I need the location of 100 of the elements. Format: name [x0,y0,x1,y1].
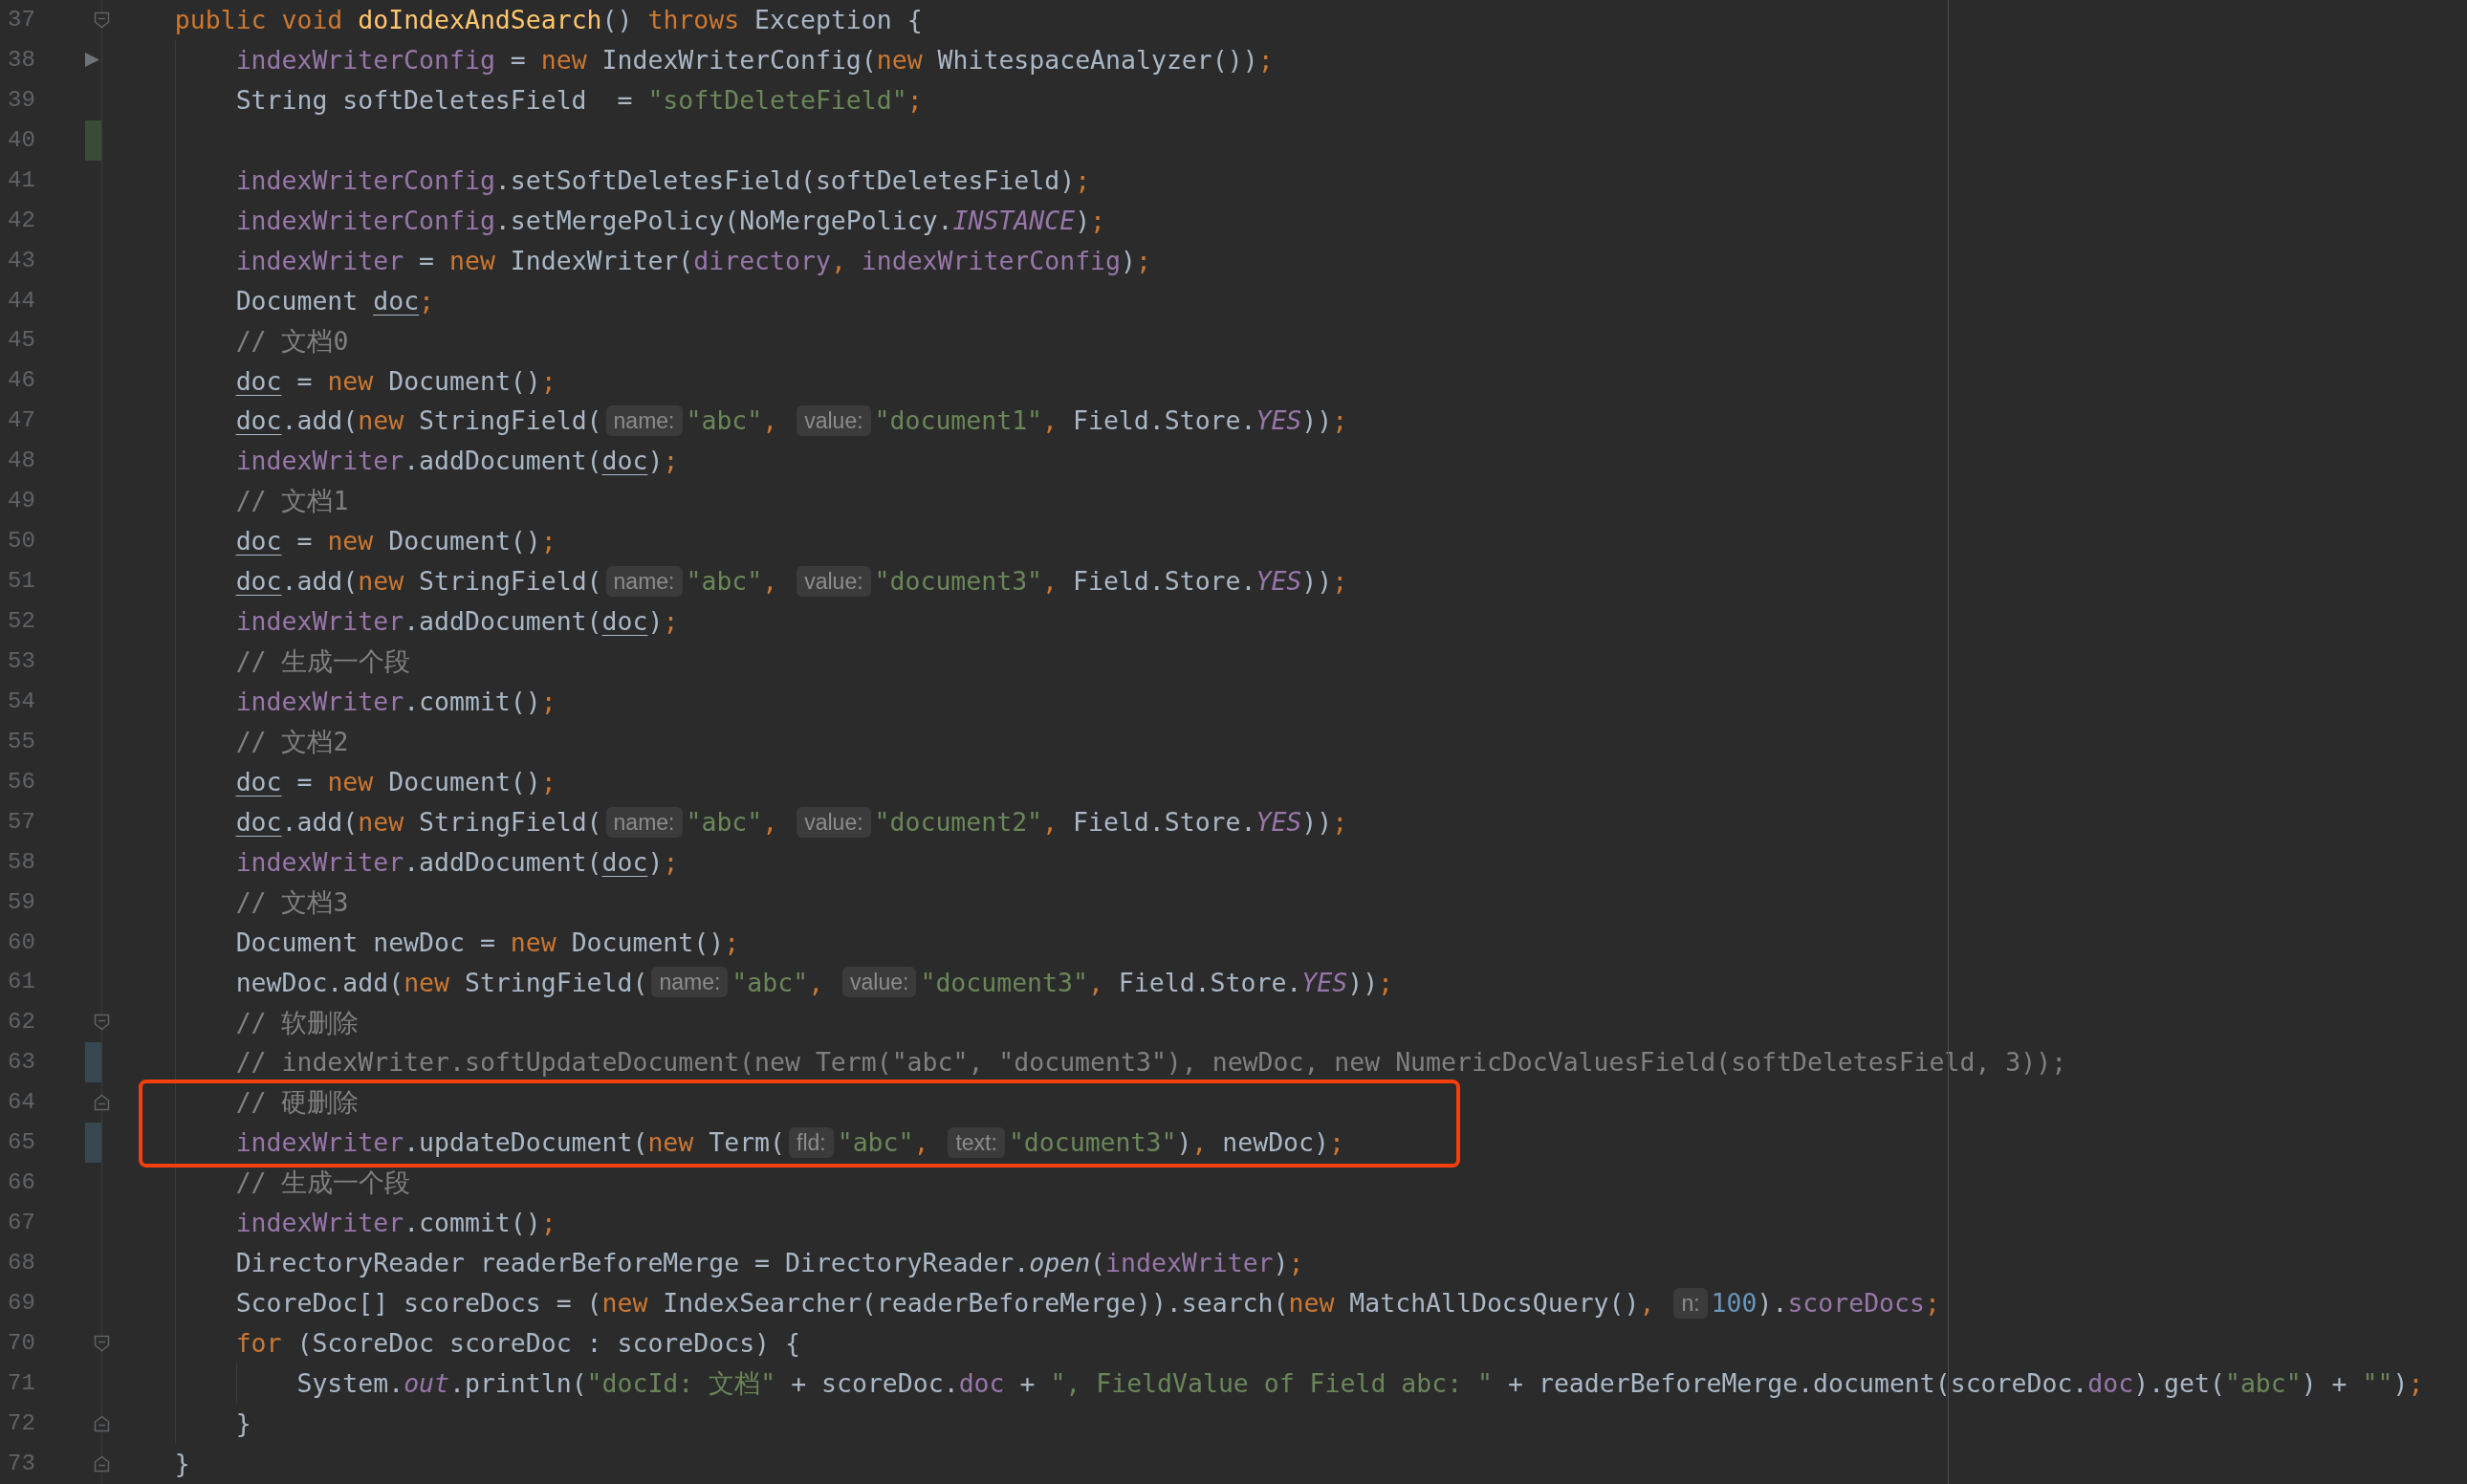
code-text: ).get( [2133,1366,2225,1400]
punctuation: ; [1378,966,1394,999]
code-text: ). [1757,1287,1788,1320]
comment: // 文档0 [235,324,349,358]
fold-icon[interactable] [94,1414,110,1432]
code-text: IndexWriter( [510,244,694,277]
string-literal: "abc" [686,805,763,839]
code-text: )) [1301,404,1333,438]
parameter-hint: value: [797,405,871,437]
line-number: 64 [8,1089,35,1116]
static-field: YES [1255,562,1302,600]
code-text: newDoc.add( [235,966,404,999]
field-name: indexWriterConfig [235,44,495,77]
punctuation: , [830,244,847,277]
method-name: doIndexAndSearch [358,4,602,37]
code-text: StringField( [464,966,648,999]
fold-icon[interactable] [94,1094,110,1112]
fold-icon[interactable] [94,11,110,29]
variable-name: doc [373,284,420,317]
parameter-hint: value: [797,566,871,598]
modified-change-marker[interactable] [85,1042,101,1083]
code-text: Document() [388,364,541,398]
code-text: = [295,765,314,798]
code-text: String softDeletesField = [235,83,634,117]
punctuation: ; [1332,565,1348,599]
code-text: = [418,244,436,277]
added-change-marker[interactable] [85,120,101,161]
line-number: 73 [8,1450,35,1476]
run-icon[interactable] [84,51,100,68]
string-literal: "" [2362,1366,2393,1400]
code-text: ) [1075,204,1091,237]
code-text: } [235,1407,251,1440]
punctuation: ; [724,926,740,959]
field-name: indexWriter [235,845,404,879]
variable-name: doc [235,565,282,599]
line-number: 42 [8,207,35,233]
punctuation: , [1639,1287,1656,1320]
code-text: )) [1301,805,1333,839]
parameter-hint: value: [842,967,917,998]
code-text: StringField( [419,565,602,599]
code-text: () [601,4,634,37]
comment: // 生成一个段 [235,1167,411,1200]
variable-name: doc [601,605,648,639]
keyword: new [449,244,496,277]
code-text: IndexSearcher(readerBeforeMerge)).search( [663,1287,1289,1320]
line-number: 45 [8,327,35,354]
static-method: open [1029,1247,1091,1280]
line-number: 59 [8,888,35,915]
line-number: 67 [8,1210,35,1236]
string-literal: "softDeleteField" [647,83,907,117]
field-name: directory [693,244,831,277]
code-text: .add( [281,565,359,599]
field-name: indexWriter [235,244,404,277]
field-name: indexWriter [235,1207,404,1240]
code-text: Field.Store. [1073,565,1256,599]
punctuation: , [808,966,825,999]
punctuation: ; [540,525,557,558]
string-literal: "abc" [731,966,809,999]
code-text: ) [1121,244,1136,277]
code-text: Document [235,284,360,317]
punctuation: ; [1136,244,1151,277]
parameter-hint: value: [797,806,871,838]
field-name: indexWriter [235,445,404,478]
number-literal: 100 [1711,1287,1757,1320]
code-text: + readerBeforeMerge.document(scoreDoc. [1507,1366,2088,1400]
line-number: 49 [8,488,35,514]
comment: // 文档2 [235,725,349,758]
field-name: indexWriterConfig [861,244,1122,277]
code-text: Document() [388,525,541,558]
keyword: new [601,1287,649,1320]
field-name: indexWriter [235,1126,404,1160]
code-text: Term( [709,1126,785,1160]
fold-icon[interactable] [94,1334,110,1352]
keyword: new [647,1126,695,1160]
modified-change-marker[interactable] [85,1123,101,1164]
punctuation: , [1042,404,1059,438]
line-number: 68 [8,1250,35,1277]
field-name: indexWriter [235,605,404,639]
punctuation: , [762,404,779,438]
code-text: WhitespaceAnalyzer()) [937,44,1258,77]
keyword: new [876,44,924,77]
field-name: doc [2087,1366,2134,1400]
keyword: for [235,1327,283,1361]
code-text: IndexWriterConfig( [601,44,877,77]
static-field: YES [1255,402,1302,441]
code-text: .add( [281,805,359,839]
line-number: 58 [8,848,35,875]
code-text: ) + [2301,1366,2348,1400]
line-number: 47 [8,407,35,434]
code-text: Document() [388,765,541,798]
code-text: Field.Store. [1073,404,1256,438]
line-number: 66 [8,1169,35,1196]
line-number: 61 [8,969,35,995]
variable-name: doc [235,364,282,398]
fold-icon[interactable] [94,1454,110,1473]
code-text: Document newDoc = [235,926,496,959]
comment: // 文档3 [235,885,349,919]
fold-icon[interactable] [94,1014,110,1032]
parameter-hint: name: [605,806,683,838]
variable-name: doc [601,445,648,478]
